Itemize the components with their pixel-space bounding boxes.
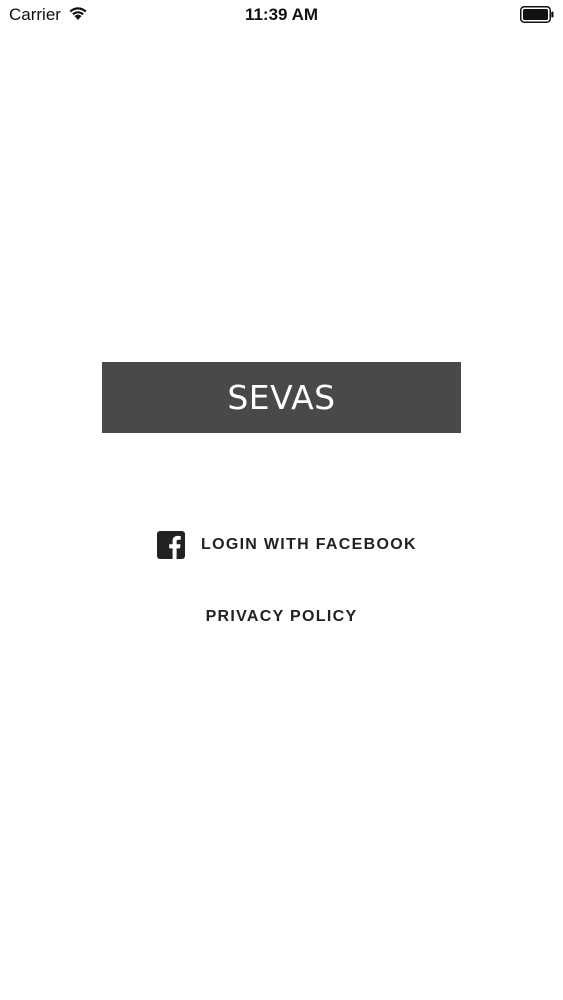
facebook-login-button[interactable]: LOGIN WITH FACEBOOK (157, 530, 417, 560)
facebook-icon (157, 531, 185, 559)
app-title: SEVAS (227, 378, 336, 417)
battery-icon (520, 6, 554, 23)
status-time: 11:39 AM (244, 5, 319, 24)
status-bar: Carrier 11:39 AM (0, 0, 563, 30)
facebook-login-label: LOGIN WITH FACEBOOK (201, 536, 417, 553)
privacy-policy-link[interactable]: PRIVACY POLICY (0, 608, 563, 626)
brand-banner: SEVAS (102, 362, 461, 433)
